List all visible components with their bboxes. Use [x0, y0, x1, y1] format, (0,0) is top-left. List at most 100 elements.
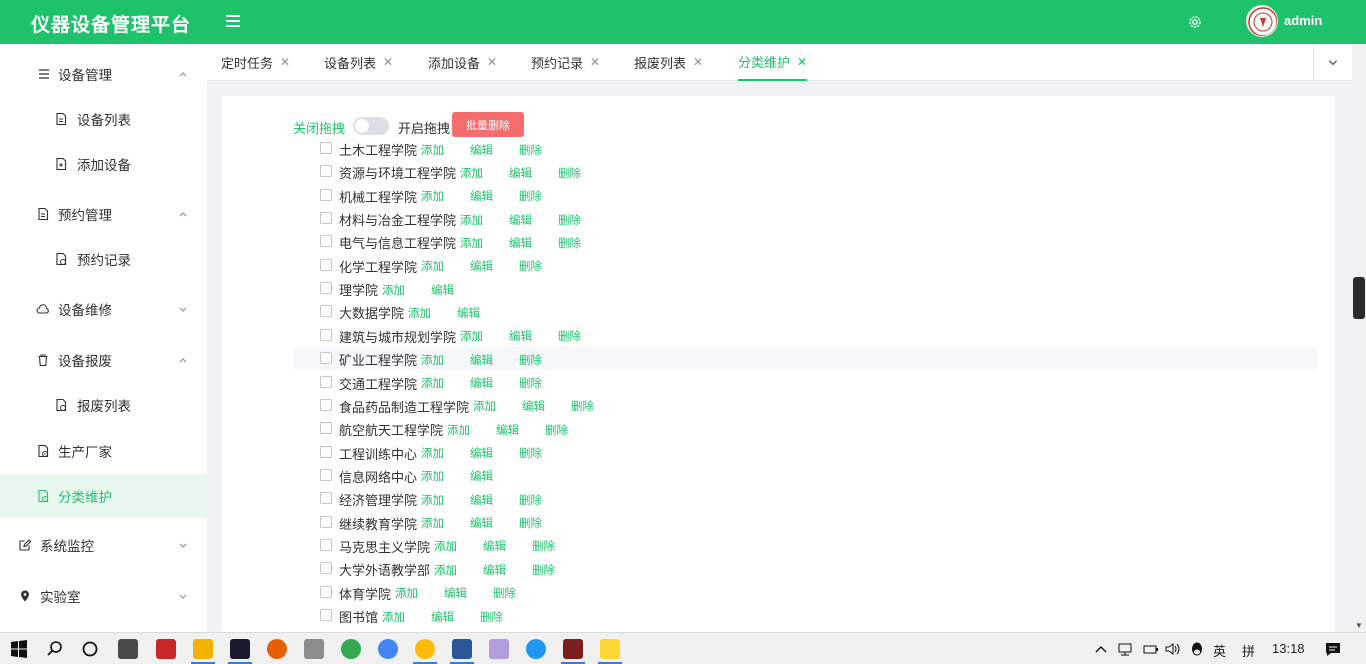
delete-link[interactable]: 删除	[519, 352, 542, 368]
add-link[interactable]: 添加	[408, 305, 431, 321]
add-link[interactable]: 添加	[460, 328, 483, 344]
tree-node-checkbox[interactable]	[320, 165, 332, 178]
add-link[interactable]: 添加	[395, 585, 418, 601]
tree-node-checkbox[interactable]	[320, 562, 332, 575]
add-link[interactable]: 添加	[421, 515, 444, 531]
edit-link[interactable]: 编辑	[470, 468, 493, 484]
sidebar-item-device-scrap[interactable]: 设备报废	[0, 338, 207, 382]
tab-scheduled-tasks[interactable]: 定时任务 ✕	[221, 44, 290, 80]
tree-node-checkbox[interactable]	[320, 328, 332, 341]
tree-node[interactable]: 食品药品制造工程学院 添加 编辑 删除	[294, 394, 1317, 417]
delete-link[interactable]: 删除	[558, 235, 581, 251]
tree-node[interactable]: 土木工程学院 添加 编辑 删除	[294, 137, 1317, 160]
batch-delete-button[interactable]: 批量删除	[452, 112, 524, 137]
battery-icon[interactable]	[1142, 639, 1160, 659]
app-icon-intellij[interactable]	[230, 639, 250, 659]
app-icon-network-tool[interactable]	[304, 639, 324, 659]
add-link[interactable]: 添加	[460, 165, 483, 181]
add-link[interactable]: 添加	[434, 538, 457, 554]
sidebar-item-scrap-list[interactable]: 报废列表	[0, 383, 207, 427]
close-icon[interactable]: ✕	[693, 55, 703, 69]
edit-link[interactable]: 编辑	[483, 562, 506, 578]
tab-add-device[interactable]: 添加设备 ✕	[428, 44, 497, 80]
add-link[interactable]: 添加	[473, 398, 496, 414]
windows-start-icon[interactable]	[9, 639, 29, 659]
tree-node[interactable]: 机械工程学院 添加 编辑 删除	[294, 184, 1317, 207]
tree-node[interactable]: 交通工程学院 添加 编辑 删除	[294, 371, 1317, 394]
delete-link[interactable]: 删除	[519, 375, 542, 391]
tree-node[interactable]: 矿业工程学院 添加 编辑 删除	[294, 347, 1317, 371]
gear-icon[interactable]	[1187, 14, 1203, 30]
close-icon[interactable]: ✕	[797, 55, 807, 69]
edit-link[interactable]: 编辑	[470, 188, 493, 204]
sidebar-item-laboratory[interactable]: 实验室	[0, 574, 207, 618]
app-icon-todo[interactable]	[526, 639, 546, 659]
add-link[interactable]: 添加	[421, 445, 444, 461]
delete-link[interactable]: 删除	[558, 328, 581, 344]
tree-node[interactable]: 图书馆 添加 编辑 删除	[294, 604, 1317, 627]
sidebar-item-add-device[interactable]: 添加设备	[0, 142, 207, 186]
edit-link[interactable]: 编辑	[483, 538, 506, 554]
tree-node[interactable]: 资源与环境工程学院 添加 编辑 删除	[294, 160, 1317, 183]
add-link[interactable]: 添加	[421, 468, 444, 484]
edit-link[interactable]: 编辑	[470, 142, 493, 158]
tree-node-checkbox[interactable]	[320, 188, 332, 201]
cortana-icon[interactable]	[80, 639, 100, 659]
delete-link[interactable]: 删除	[519, 492, 542, 508]
scroll-down-arrow-icon[interactable]: ▼	[1355, 621, 1363, 630]
edit-link[interactable]: 编辑	[431, 609, 454, 625]
qq-icon[interactable]	[1188, 639, 1206, 659]
add-link[interactable]: 添加	[447, 422, 470, 438]
tree-node-checkbox[interactable]	[320, 212, 332, 225]
add-link[interactable]: 添加	[460, 235, 483, 251]
add-link[interactable]: 添加	[421, 188, 444, 204]
ime-mode-indicator[interactable]: 拼	[1242, 641, 1255, 660]
app-icon-winrar[interactable]	[563, 639, 583, 659]
tree-node-checkbox[interactable]	[320, 142, 332, 154]
tree-node[interactable]: 大数据学院 添加 编辑	[294, 300, 1317, 323]
tree-node-checkbox[interactable]	[320, 538, 332, 551]
edit-link[interactable]: 编辑	[470, 258, 493, 274]
tab-category-maintenance[interactable]: 分类维护 ✕	[738, 44, 808, 81]
close-icon[interactable]: ✕	[280, 55, 290, 69]
tree-node-checkbox[interactable]	[320, 468, 332, 481]
sidebar-item-system-monitor[interactable]: 系统监控	[0, 523, 207, 567]
drag-toggle-switch[interactable]	[353, 117, 389, 135]
add-link[interactable]: 添加	[421, 492, 444, 508]
add-link[interactable]: 添加	[382, 609, 405, 625]
edit-link[interactable]: 编辑	[470, 492, 493, 508]
tabs-dropdown-button[interactable]	[1313, 44, 1352, 80]
sidebar-item-device-list[interactable]: 设备列表	[0, 97, 207, 141]
delete-link[interactable]: 删除	[532, 562, 555, 578]
edit-link[interactable]: 编辑	[470, 515, 493, 531]
add-link[interactable]: 添加	[460, 212, 483, 228]
tree-node-checkbox[interactable]	[320, 352, 332, 365]
close-icon[interactable]: ✕	[590, 55, 600, 69]
tree-node-checkbox[interactable]	[320, 492, 332, 505]
edit-link[interactable]: 编辑	[509, 212, 532, 228]
tree-node[interactable]: 电气与信息工程学院 添加 编辑 删除	[294, 230, 1317, 253]
close-icon[interactable]: ✕	[383, 55, 393, 69]
tab-scrap-list[interactable]: 报废列表 ✕	[634, 44, 703, 80]
delete-link[interactable]: 删除	[519, 258, 542, 274]
delete-link[interactable]: 删除	[558, 165, 581, 181]
edit-link[interactable]: 编辑	[509, 165, 532, 181]
app-icon-chrome-canary[interactable]	[378, 639, 398, 659]
tab-device-list[interactable]: 设备列表 ✕	[324, 44, 393, 80]
delete-link[interactable]: 删除	[493, 585, 516, 601]
tree-node-checkbox[interactable]	[320, 258, 332, 271]
avatar[interactable]	[1246, 5, 1278, 37]
tree-node[interactable]: 经济管理学院 添加 编辑 删除	[294, 487, 1317, 510]
tree-node[interactable]: 体育学院 添加 编辑 删除	[294, 581, 1317, 604]
taskbar-clock[interactable]: 13:18	[1272, 641, 1305, 656]
sidebar-item-manufacturers[interactable]: 生产厂家	[0, 429, 207, 473]
notification-icon[interactable]	[1323, 639, 1343, 659]
sidebar-item-category-maintenance[interactable]: 分类维护	[0, 474, 207, 518]
edit-link[interactable]: 编辑	[470, 445, 493, 461]
tree-node[interactable]: 化学工程学院 添加 编辑 删除	[294, 254, 1317, 277]
tab-reservation-records[interactable]: 预约记录 ✕	[531, 44, 600, 80]
edit-link[interactable]: 编辑	[496, 422, 519, 438]
delete-link[interactable]: 删除	[519, 445, 542, 461]
sidebar-item-reservation-management[interactable]: 预约管理	[0, 192, 207, 236]
delete-link[interactable]: 删除	[571, 398, 594, 414]
